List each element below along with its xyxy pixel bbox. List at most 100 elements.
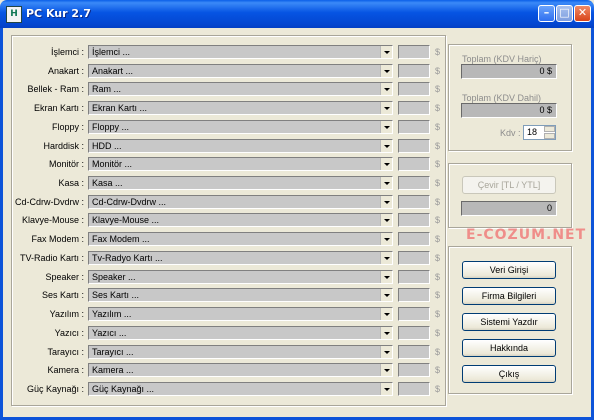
currency-symbol: $ — [435, 66, 441, 76]
component-select[interactable]: Kamera ... — [88, 363, 393, 377]
component-price — [398, 232, 430, 246]
spin-down-icon[interactable] — [544, 133, 555, 139]
component-select-value: Speaker ... — [92, 272, 136, 282]
component-price — [398, 82, 430, 96]
currency-symbol: $ — [435, 253, 441, 263]
component-select-value: Tarayıcı ... — [92, 347, 134, 357]
component-select-value: Klavye-Mouse ... — [92, 215, 160, 225]
component-select-value: Fax Modem ... — [92, 234, 150, 244]
component-select[interactable]: Anakart ... — [88, 64, 393, 78]
component-select-value: Anakart ... — [92, 66, 134, 76]
maximize-icon: □ — [559, 6, 570, 19]
currency-symbol: $ — [435, 384, 441, 394]
chevron-down-icon[interactable] — [380, 196, 392, 208]
chevron-down-icon[interactable] — [380, 364, 392, 376]
component-select[interactable]: Cd-Cdrw-Dvdrw ... — [88, 195, 393, 209]
component-select[interactable]: HDD ... — [88, 139, 393, 153]
component-select[interactable]: Tarayıcı ... — [88, 345, 393, 359]
component-select-value: HDD ... — [92, 141, 122, 151]
exit-button[interactable]: Çıkış — [462, 365, 556, 383]
component-select-value: Yazılım ... — [92, 309, 132, 319]
component-select[interactable]: Ses Kartı ... — [88, 288, 393, 302]
component-select-value: Ses Kartı ... — [92, 290, 140, 300]
component-price — [398, 157, 430, 171]
chevron-down-icon[interactable] — [380, 140, 392, 152]
main-window: H PC Kur 2.7 – □ ✕ İşlemci : İşlemci ... $… — [0, 0, 594, 420]
component-select[interactable]: Speaker ... — [88, 270, 393, 284]
convert-group — [448, 163, 572, 228]
chevron-down-icon[interactable] — [380, 383, 392, 395]
currency-symbol: $ — [435, 272, 441, 282]
component-select-value: Kamera ... — [92, 365, 134, 375]
total-incl-value: 0 $ — [461, 103, 557, 118]
chevron-down-icon[interactable] — [380, 346, 392, 358]
chevron-down-icon[interactable] — [380, 233, 392, 245]
component-select-value: Yazıcı ... — [92, 328, 127, 338]
component-select[interactable]: Yazılım ... — [88, 307, 393, 321]
chevron-down-icon[interactable] — [380, 121, 392, 133]
component-price — [398, 45, 430, 59]
chevron-down-icon[interactable] — [380, 252, 392, 264]
spin-up-icon[interactable] — [544, 126, 555, 132]
component-select[interactable]: Ekran Kartı ... — [88, 101, 393, 115]
component-select-value: Floppy ... — [92, 122, 130, 132]
component-label: Klavye-Mouse : — [21, 215, 84, 225]
currency-symbol: $ — [435, 290, 441, 300]
component-price — [398, 270, 430, 284]
component-select[interactable]: Kasa ... — [88, 176, 393, 190]
chevron-down-icon[interactable] — [380, 65, 392, 77]
kdv-spinner[interactable]: 18 — [523, 125, 556, 140]
component-select[interactable]: Ram ... — [88, 82, 393, 96]
component-select-value: Cd-Cdrw-Dvdrw ... — [92, 197, 167, 207]
component-label: Anakart : — [47, 66, 84, 76]
component-select[interactable]: Tv-Radyo Kartı ... — [88, 251, 393, 265]
component-select-value: Güç Kaynağı ... — [92, 384, 155, 394]
window-frame-left — [0, 28, 3, 420]
close-button[interactable]: ✕ — [574, 5, 591, 22]
app-icon: H — [6, 6, 22, 23]
component-select[interactable]: Yazıcı ... — [88, 326, 393, 340]
component-price — [398, 382, 430, 396]
component-select[interactable]: Floppy ... — [88, 120, 393, 134]
component-select[interactable]: Klavye-Mouse ... — [88, 213, 393, 227]
about-button[interactable]: Hakkında — [462, 339, 556, 357]
component-price — [398, 363, 430, 377]
window-title: PC Kur 2.7 — [26, 7, 91, 20]
chevron-down-icon[interactable] — [380, 214, 392, 226]
component-select[interactable]: Monitör ... — [88, 157, 393, 171]
component-select[interactable]: Güç Kaynağı ... — [88, 382, 393, 396]
component-select-value: Kasa ... — [92, 178, 123, 188]
print-system-button[interactable]: Sistemi Yazdır — [462, 313, 556, 331]
component-select[interactable]: İşlemci ... — [88, 45, 393, 59]
chevron-down-icon[interactable] — [380, 271, 392, 283]
chevron-down-icon[interactable] — [380, 177, 392, 189]
chevron-down-icon[interactable] — [380, 289, 392, 301]
watermark-text: E-COZUM.NET — [466, 227, 587, 243]
minimize-button[interactable]: – — [538, 5, 555, 22]
convert-value: 0 — [461, 201, 557, 216]
component-label: Fax Modem : — [31, 234, 84, 244]
component-price — [398, 345, 430, 359]
title-bar[interactable]: H PC Kur 2.7 – □ ✕ — [0, 0, 594, 28]
component-price — [398, 326, 430, 340]
component-label: Yazılım : — [49, 309, 84, 319]
chevron-down-icon[interactable] — [380, 102, 392, 114]
currency-symbol: $ — [435, 197, 441, 207]
data-entry-button[interactable]: Veri Girişi — [462, 261, 556, 279]
convert-button[interactable]: Çevir [TL / YTL] — [462, 176, 556, 194]
chevron-down-icon[interactable] — [380, 308, 392, 320]
chevron-down-icon[interactable] — [380, 158, 392, 170]
total-excl-label: Toplam (KDV Hariç) — [462, 54, 542, 64]
currency-symbol: $ — [435, 159, 441, 169]
chevron-down-icon[interactable] — [380, 83, 392, 95]
kdv-value: 18 — [527, 127, 538, 137]
currency-symbol: $ — [435, 122, 441, 132]
maximize-button[interactable]: □ — [556, 5, 573, 22]
component-label: Speaker : — [45, 272, 84, 282]
chevron-down-icon[interactable] — [380, 46, 392, 58]
chevron-down-icon[interactable] — [380, 327, 392, 339]
component-price — [398, 307, 430, 321]
kdv-label: Kdv : — [500, 128, 521, 138]
company-info-button[interactable]: Firma Bilgileri — [462, 287, 556, 305]
component-select[interactable]: Fax Modem ... — [88, 232, 393, 246]
